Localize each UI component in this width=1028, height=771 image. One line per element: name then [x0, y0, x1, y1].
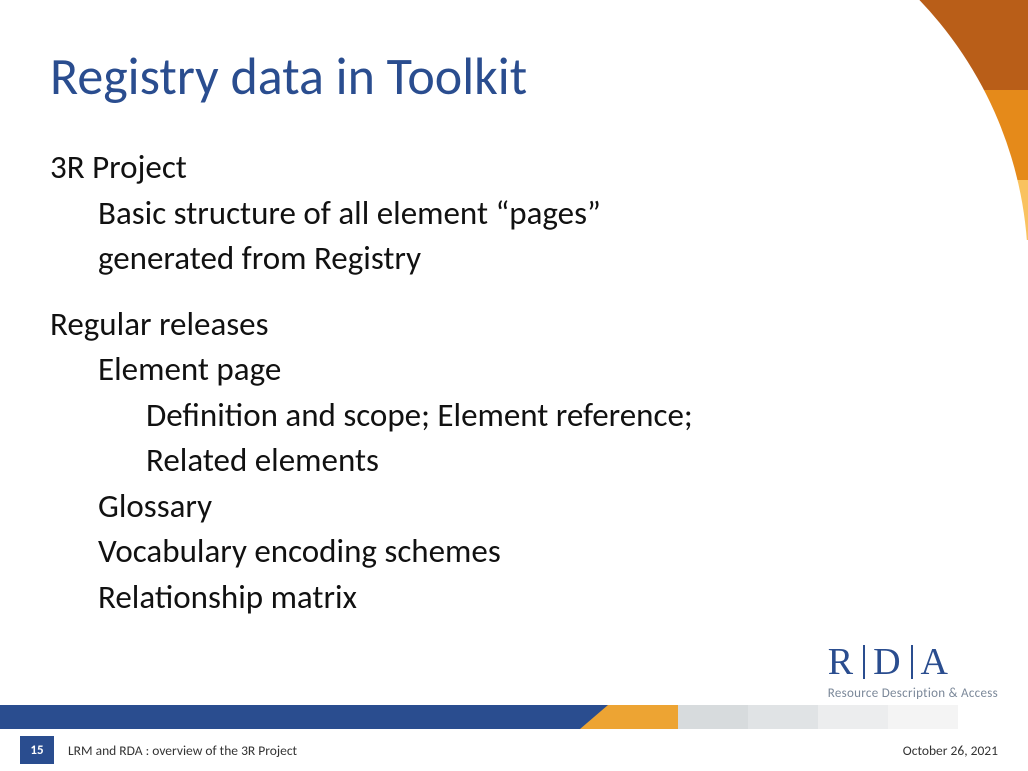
brand-tagline: Resource Description & Access — [828, 686, 998, 701]
divider-icon — [863, 645, 865, 679]
footer-title: LRM and RDA : overview of the 3R Project — [68, 742, 297, 759]
page-number: 15 — [20, 736, 54, 764]
slide: Registry data in Toolkit 3R Project Basi… — [0, 0, 1028, 771]
section-heading: 3R Project — [50, 145, 930, 191]
brand-letter-d: D — [873, 640, 902, 684]
body-line: Basic structure of all element “pages” — [98, 191, 930, 237]
slide-title: Registry data in Toolkit — [50, 48, 527, 105]
brand-letter-r: R — [828, 640, 855, 684]
footer-stripe — [0, 705, 1028, 729]
body-line: Element page — [98, 347, 930, 393]
divider-icon — [911, 645, 913, 679]
footer: 15 LRM and RDA : overview of the 3R Proj… — [0, 729, 1028, 771]
slide-body: 3R Project Basic structure of all elemen… — [50, 145, 930, 620]
brand-letter-a: A — [921, 640, 950, 684]
brand-logo: R D A Resource Description & Access — [828, 640, 998, 701]
footer-date: October 26, 2021 — [903, 742, 998, 759]
section-heading: Regular releases — [50, 302, 930, 348]
body-line: Relationship matrix — [98, 575, 930, 621]
body-line: Vocabulary encoding schemes — [98, 529, 930, 575]
body-line: Glossary — [98, 484, 930, 530]
body-line: generated from Registry — [98, 236, 930, 282]
body-subline: Related elements — [146, 438, 930, 484]
rda-wordmark: R D A — [828, 640, 998, 684]
body-subline: Definition and scope; Element reference; — [146, 393, 930, 439]
